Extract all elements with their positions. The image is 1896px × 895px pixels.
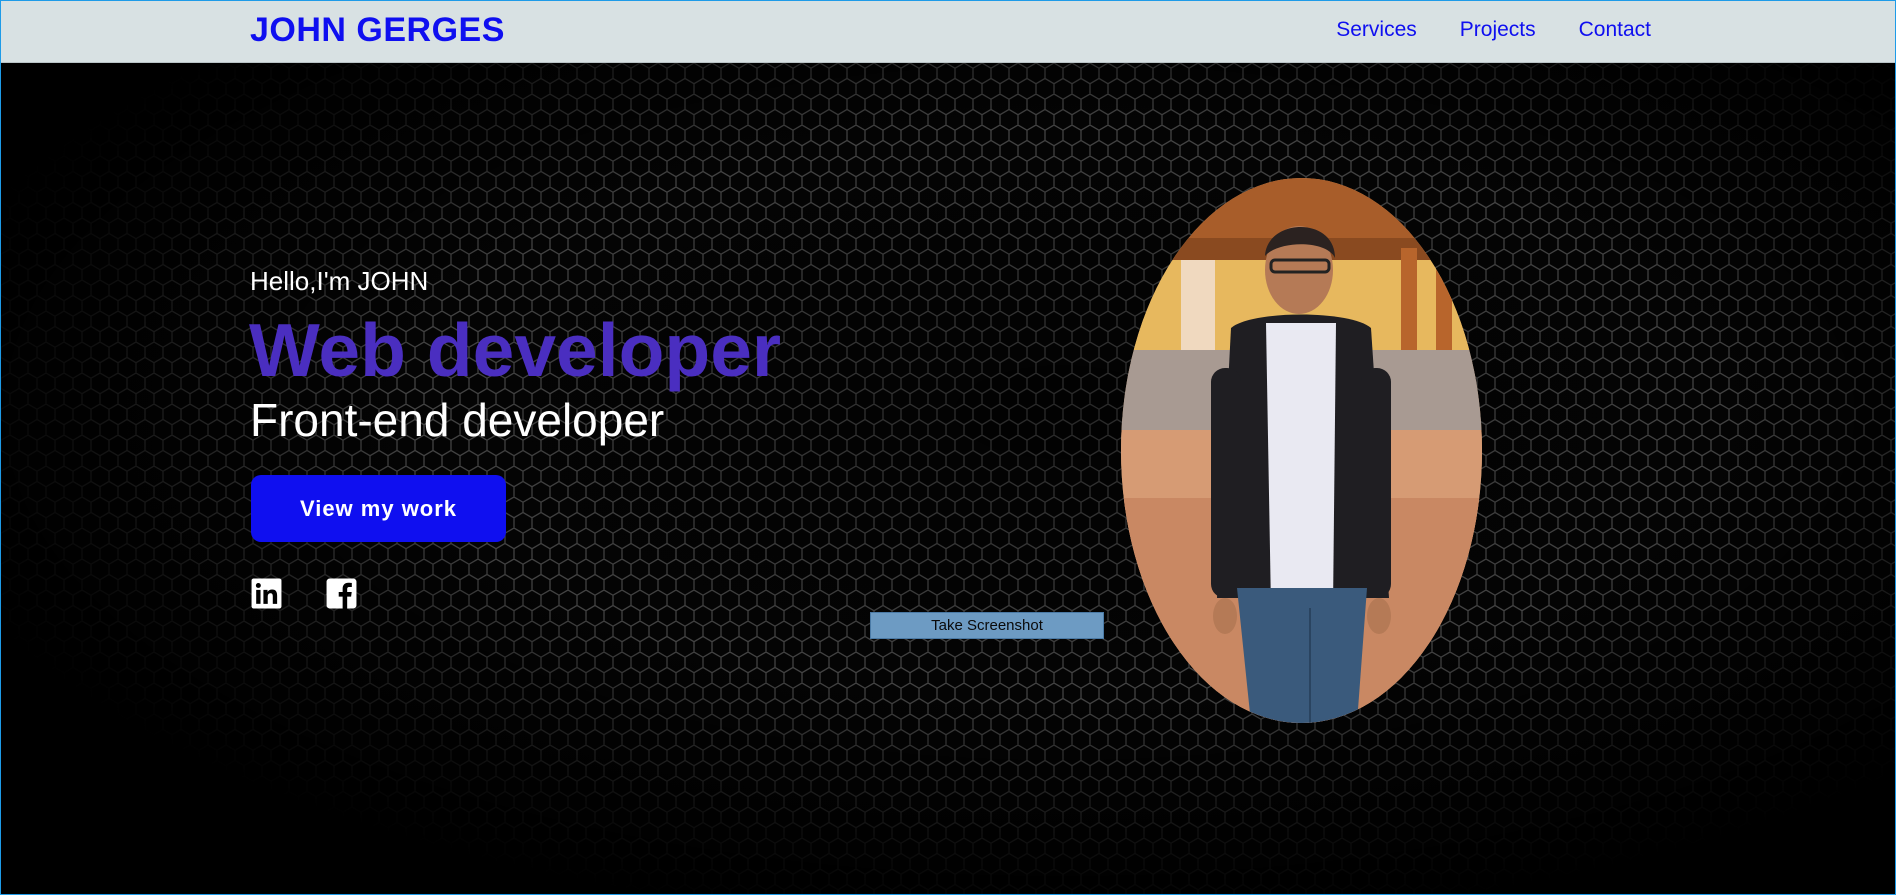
nav-link-services[interactable]: Services (1336, 18, 1417, 42)
brand-logo[interactable]: JOHN GERGES (250, 11, 505, 50)
facebook-icon[interactable] (325, 577, 358, 610)
top-navbar: JOHN GERGES Services Projects Contact (1, 1, 1895, 63)
hero-subtitle: Front-end developer (250, 394, 665, 446)
take-screenshot-button[interactable]: Take Screenshot (870, 612, 1104, 639)
nav-link-projects[interactable]: Projects (1460, 18, 1536, 42)
view-my-work-button[interactable]: View my work (251, 475, 506, 542)
nav-link-contact[interactable]: Contact (1579, 18, 1651, 42)
nav-menu: Services Projects Contact (1336, 18, 1651, 42)
linkedin-icon[interactable] (250, 577, 283, 610)
hero-greeting: Hello,I'm JOHN (250, 266, 429, 296)
social-links (250, 577, 358, 610)
portrait-photo (1121, 178, 1482, 723)
hero-section: Hello,I'm JOHN Web developer Front-end d… (1, 63, 1895, 894)
hero-title: Web developer (249, 308, 782, 392)
browser-viewport: JOHN GERGES Services Projects Contact He… (0, 0, 1896, 895)
